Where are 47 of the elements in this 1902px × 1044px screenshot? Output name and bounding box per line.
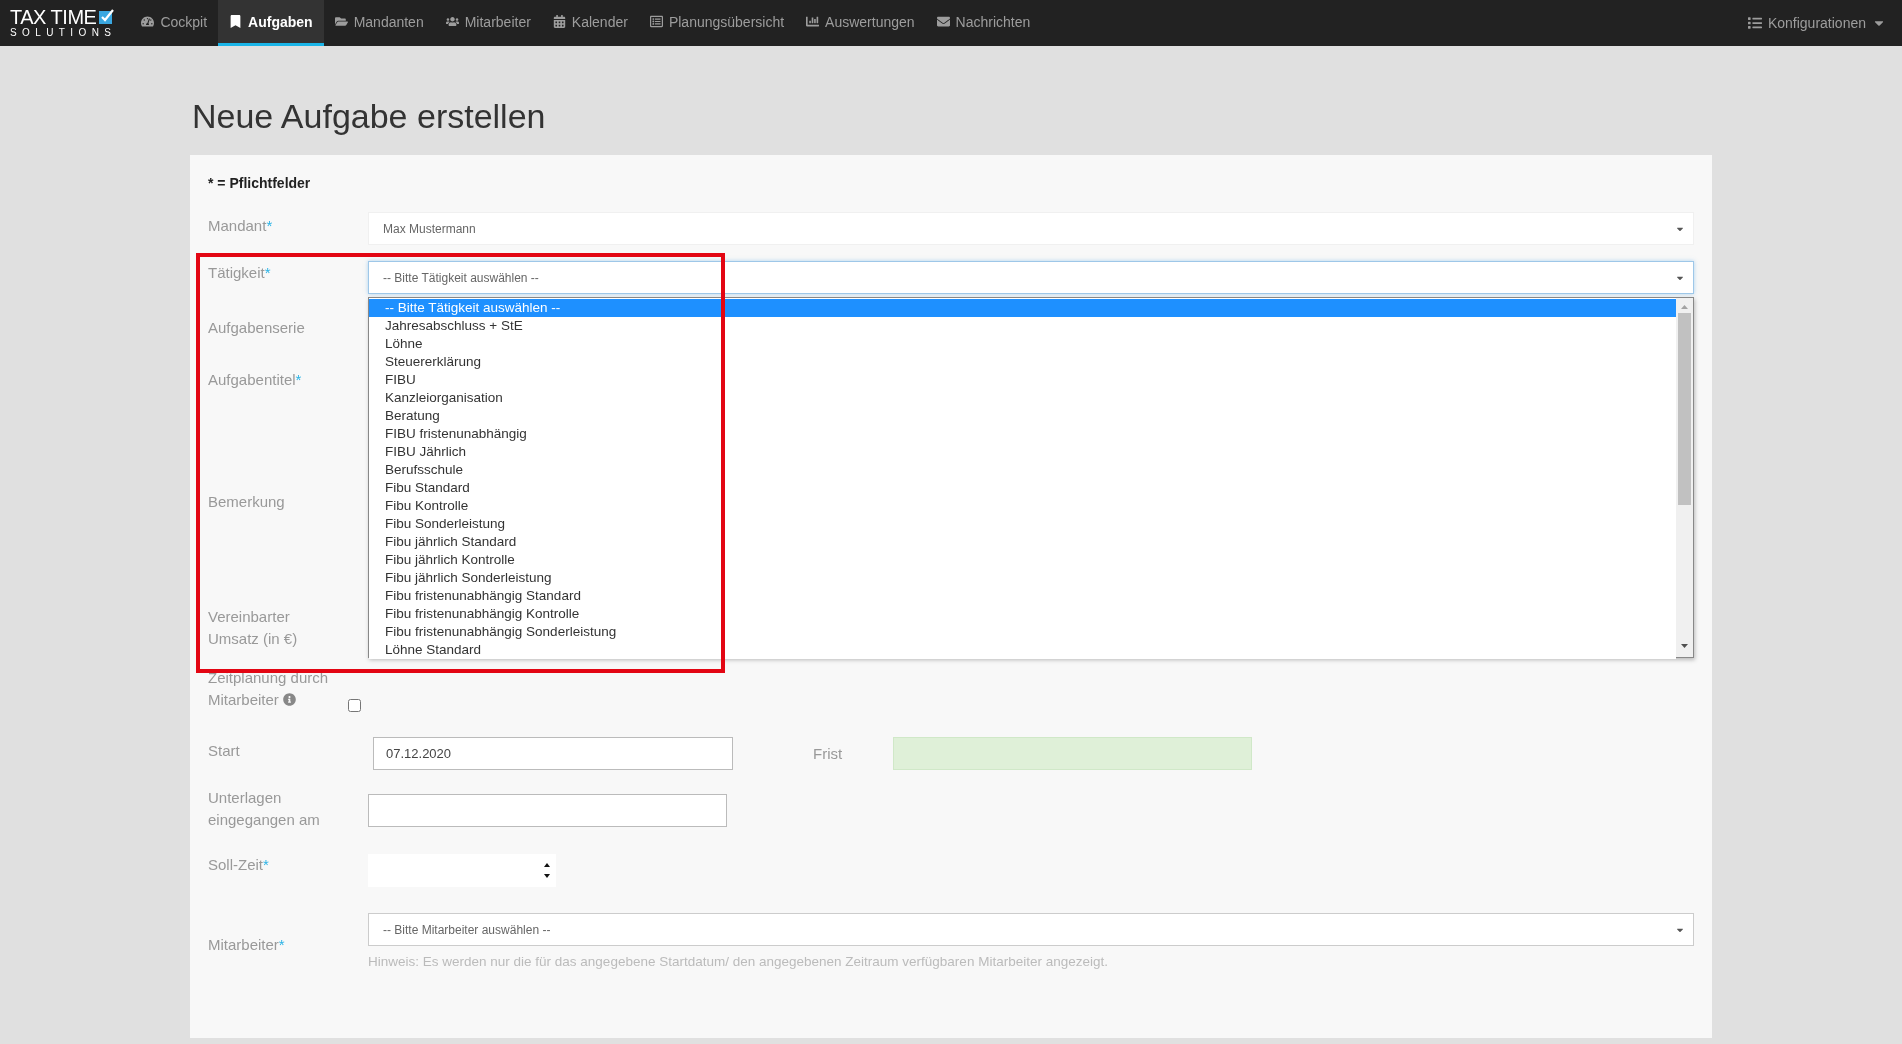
- page-title: Neue Aufgabe erstellen: [192, 96, 547, 137]
- field-label: Start: [208, 741, 241, 761]
- nav-tab[interactable]: Cockpit: [130, 0, 219, 46]
- start-date-field[interactable]: 07.12.2020: [373, 737, 733, 770]
- employee-select[interactable]: -- Bitte Mitarbeiter auswählen --: [368, 913, 1694, 946]
- calendar-icon: [552, 15, 566, 28]
- hint-text: Hinweis: Es werden nur die für das angegebene Startdatum/ den angegebenen Zeitraum verfügbaren Mitarbeiter angezeigt.: [368, 954, 1109, 969]
- field-label: Mitarbeiter*: [208, 935, 286, 955]
- scrollbar[interactable]: [1676, 298, 1693, 657]
- envelope-icon: [936, 15, 950, 28]
- field-label: Bemerkung: [208, 492, 286, 512]
- nav-tab[interactable]: Auswertungen: [795, 0, 926, 46]
- list-icon: [649, 15, 663, 28]
- target-time-field[interactable]: [368, 854, 556, 887]
- gauge-icon: [141, 15, 155, 28]
- documents-date-field[interactable]: [368, 794, 727, 827]
- field-label: Zeitplanung durch Mitarbeiter: [208, 668, 330, 710]
- configuration-menu[interactable]: Konfigurationen: [1747, 0, 1892, 46]
- field-label: Mandant*: [208, 216, 274, 236]
- field-label: Tätigkeit*: [208, 263, 272, 283]
- field-label: Vereinbarter Umsatz (in €): [208, 607, 299, 649]
- nav-tab[interactable]: Planungsübersicht: [638, 0, 796, 46]
- client-select[interactable]: Max Mustermann: [368, 212, 1694, 245]
- deadline-field[interactable]: [893, 737, 1252, 770]
- bar-chart-icon: [806, 15, 820, 28]
- field-label: Unterlagen eingegangen am: [208, 788, 321, 830]
- dropdown-option[interactable]: Löhne Standard: [369, 641, 1676, 659]
- activity-select[interactable]: -- Bitte Tätigkeit auswählen --: [368, 261, 1694, 294]
- nav-tab[interactable]: Kalender: [541, 0, 639, 46]
- logo-subtitle: SOLUTIONS: [10, 27, 117, 39]
- scheduling-checkbox[interactable]: [348, 699, 361, 712]
- info-icon: [282, 693, 296, 706]
- nav-tab[interactable]: Aufgaben: [218, 0, 324, 46]
- list-icon: [1747, 16, 1762, 30]
- bookmark-icon: [229, 15, 243, 28]
- nav-tab[interactable]: Mandanten: [323, 0, 435, 46]
- required-note: * = Pflichtfelder: [208, 175, 312, 191]
- nav-tab[interactable]: Nachrichten: [925, 0, 1042, 46]
- field-label: Soll-Zeit*: [208, 855, 270, 875]
- logo-title: TAX TIME: [10, 7, 97, 27]
- nav-tab[interactable]: Mitarbeiter: [434, 0, 542, 46]
- field-label: Frist: [813, 744, 844, 764]
- field-label: Aufgabenserie: [208, 318, 306, 338]
- folder-icon: [334, 15, 348, 28]
- field-label: Aufgabentitel*: [208, 370, 303, 390]
- checkbox-logo-icon: [98, 9, 115, 25]
- users-icon: [445, 15, 459, 28]
